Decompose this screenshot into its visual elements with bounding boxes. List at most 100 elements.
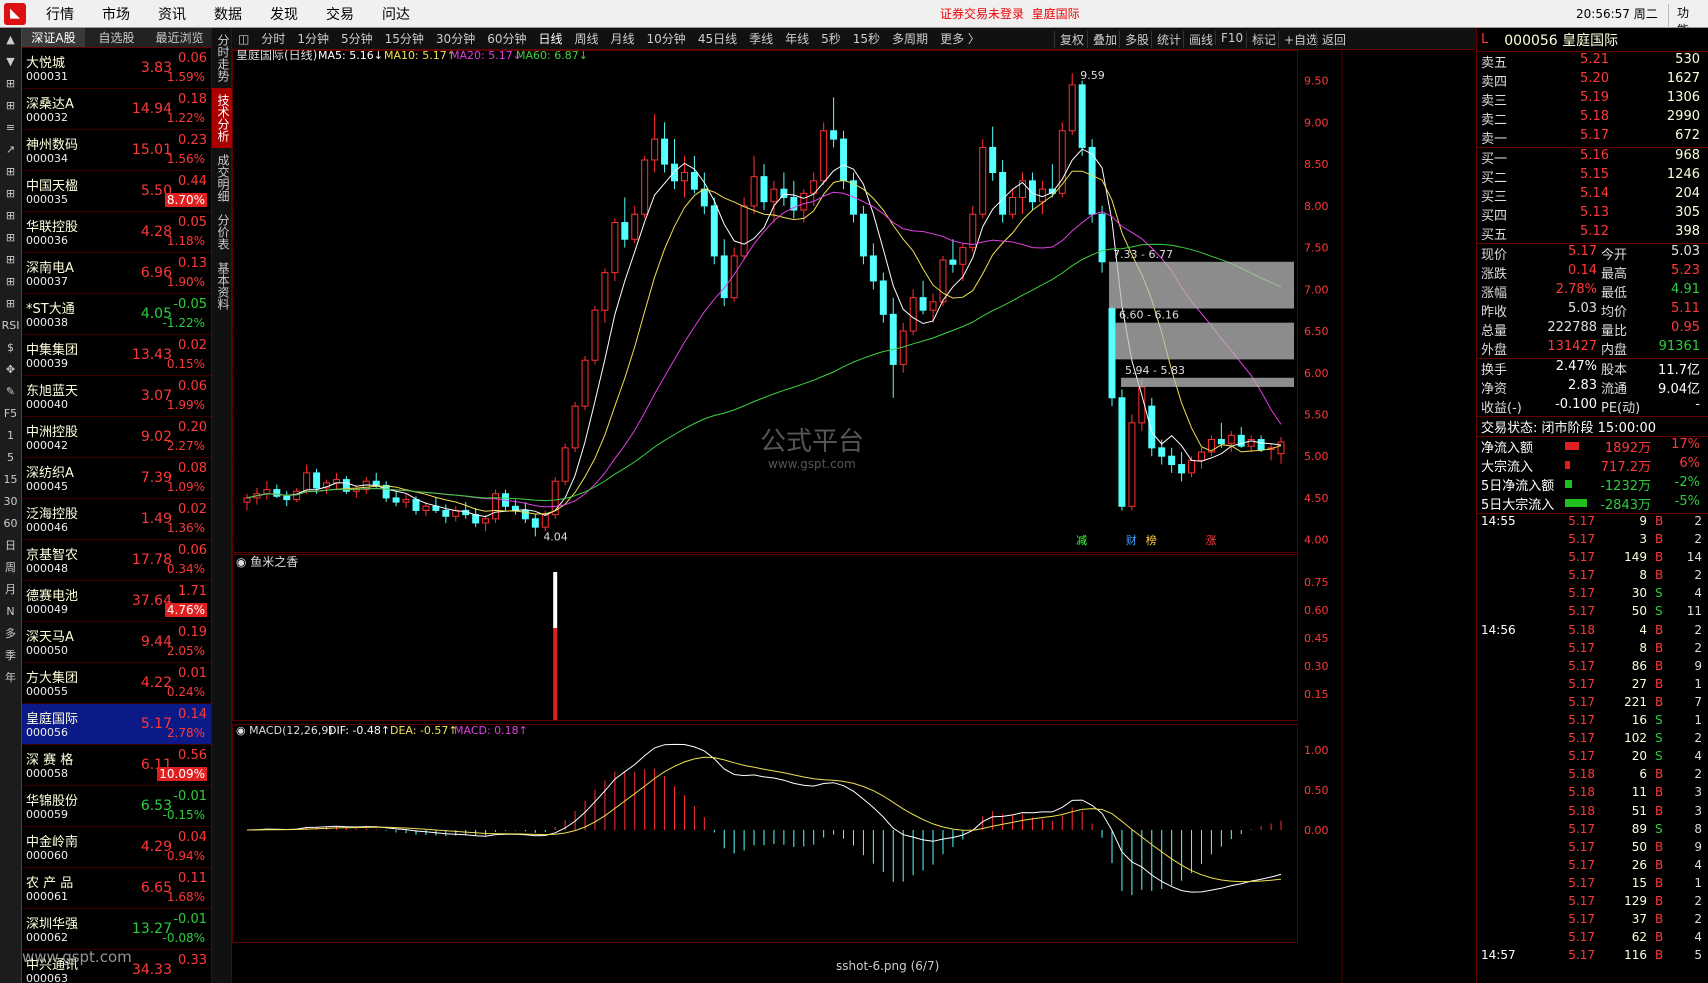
login-alert[interactable]: 证券交易未登录 皇庭国际 — [940, 5, 1080, 22]
period-tab-10[interactable]: 45日线 — [692, 30, 743, 47]
chart-canvas[interactable]: 皇庭国际(日线) MA5: 5.16↓ MA10: 5.17↑MA20: 5.17↓… — [232, 47, 1476, 983]
left-tool-9[interactable]: ⊞ — [1, 228, 20, 248]
toolbar-btn-3[interactable]: 统计 — [1151, 31, 1186, 48]
stock-row[interactable]: 中洲控股 000042 9.02 0.20 2.27% — [22, 417, 211, 458]
tab-shenzhen-a[interactable]: 深证A股 — [22, 28, 85, 47]
period-tab-13[interactable]: 5秒 — [815, 30, 847, 47]
left-tool-18[interactable]: 1 — [1, 426, 20, 446]
menu-item-trade[interactable]: 交易 — [312, 4, 368, 24]
stock-row[interactable]: 华锦股份 000059 6.53 -0.01 -0.15% — [22, 786, 211, 827]
menu-item-quotes[interactable]: 行情 — [32, 4, 88, 24]
stock-row[interactable]: 皇庭国际 000056 5.17 0.14 2.78% — [22, 704, 211, 745]
menu-item-market[interactable]: 市场 — [88, 4, 144, 24]
period-tab-2[interactable]: 5分钟 — [335, 30, 379, 47]
left-tool-24[interactable]: 周 — [1, 558, 20, 578]
toolbar-btn-0[interactable]: 复权 — [1054, 31, 1089, 48]
left-tool-22[interactable]: 60 — [1, 514, 20, 534]
period-tab-11[interactable]: 季线 — [743, 30, 779, 47]
toolbar-btn-4[interactable]: 画线 — [1183, 31, 1218, 48]
chart-area[interactable]: 皇庭国际(日线) MA5: 5.16↓ MA10: 5.17↑ MA20: 5.17↓… — [232, 47, 1476, 983]
stock-row[interactable]: 中国天楹 000035 5.50 0.44 8.70% — [22, 171, 211, 212]
left-tool-29[interactable]: 年 — [1, 668, 20, 688]
toolbar-btn-5[interactable]: F10 — [1215, 31, 1248, 45]
left-tool-28[interactable]: 季 — [1, 646, 20, 666]
period-tab-6[interactable]: 日线 — [532, 30, 568, 47]
left-tool-16[interactable]: ✎ — [1, 382, 20, 402]
left-tool-13[interactable]: RSI — [1, 316, 20, 336]
left-tool-26[interactable]: N — [1, 602, 20, 622]
left-tool-23[interactable]: 日 — [1, 536, 20, 556]
event-marker[interactable]: 涨 — [1205, 534, 1216, 547]
stock-row[interactable]: *ST大通 000038 4.05 -0.05 -1.22% — [22, 294, 211, 335]
left-tool-15[interactable]: ✥ — [1, 360, 20, 380]
left-tool-0[interactable]: ▲ — [1, 30, 20, 50]
left-tool-10[interactable]: ⊞ — [1, 250, 20, 270]
view-tab-4[interactable]: 基本资料 — [212, 256, 232, 316]
stock-row[interactable]: 中集集团 000039 13.43 0.02 0.15% — [22, 335, 211, 376]
period-tab-7[interactable]: 周线 — [569, 30, 605, 47]
period-tab-3[interactable]: 15分钟 — [379, 30, 430, 47]
left-tool-8[interactable]: ⊞ — [1, 206, 20, 226]
toolbar-btn-6[interactable]: 标记 — [1246, 31, 1281, 48]
stock-row[interactable]: 泛海控股 000046 1.49 0.02 1.36% — [22, 499, 211, 540]
period-tab-8[interactable]: 月线 — [605, 30, 641, 47]
left-tool-21[interactable]: 30 — [1, 492, 20, 512]
app-logo-icon[interactable]: ◣ — [4, 2, 26, 25]
stock-row[interactable]: 华联控股 000036 4.28 0.05 1.18% — [22, 212, 211, 253]
view-tab-1[interactable]: 技术分析 — [212, 88, 232, 148]
stock-row[interactable]: 深 赛 格 000058 6.11 0.56 10.09% — [22, 745, 211, 786]
period-tab-5[interactable]: 60分钟 — [481, 30, 532, 47]
stock-row[interactable]: 中金岭南 000060 4.29 0.04 0.94% — [22, 827, 211, 868]
left-tool-6[interactable]: ⊞ — [1, 162, 20, 182]
event-marker[interactable]: 财 — [1126, 533, 1137, 547]
period-tab-15[interactable]: 多周期 — [886, 30, 934, 47]
left-tool-25[interactable]: 月 — [1, 580, 20, 600]
window-icon[interactable]: ◫ — [232, 32, 255, 46]
event-marker[interactable]: 榜 — [1146, 533, 1157, 547]
stock-row[interactable]: 深天马A 000050 9.44 0.19 2.05% — [22, 622, 211, 663]
left-tool-20[interactable]: 15 — [1, 470, 20, 490]
left-tool-1[interactable]: ▼ — [1, 52, 20, 72]
stock-row[interactable]: 农 产 品 000061 6.65 0.11 1.68% — [22, 868, 211, 909]
toolbar-btn-2[interactable]: 多股 — [1119, 31, 1154, 48]
tab-recent[interactable]: 最近浏览 — [148, 28, 211, 47]
stock-row[interactable]: 深桑达A 000032 14.94 0.18 1.22% — [22, 89, 211, 130]
left-tool-11[interactable]: ⊞ — [1, 272, 20, 292]
left-tool-19[interactable]: 5 — [1, 448, 20, 468]
period-tab-14[interactable]: 15秒 — [847, 30, 886, 47]
stock-row[interactable]: 深纺织A 000045 7.39 0.08 1.09% — [22, 458, 211, 499]
stock-row[interactable]: 大悦城 000031 3.83 0.06 1.59% — [22, 48, 211, 89]
stock-row[interactable]: 东旭蓝天 000040 3.07 0.06 1.99% — [22, 376, 211, 417]
period-tab-0[interactable]: 分时 — [255, 30, 291, 47]
view-tab-0[interactable]: 分时走势 — [212, 28, 232, 88]
toolbar-btn-1[interactable]: 叠加 — [1087, 31, 1122, 48]
menu-item-discover[interactable]: 发现 — [256, 4, 312, 24]
left-tool-3[interactable]: ⊞ — [1, 96, 20, 116]
left-tool-4[interactable]: ≡ — [1, 118, 20, 138]
left-tool-7[interactable]: ⊞ — [1, 184, 20, 204]
period-tab-16[interactable]: 更多 〉 — [934, 30, 986, 47]
tab-watchlist[interactable]: 自选股 — [85, 28, 148, 47]
left-tool-5[interactable]: ↗ — [1, 140, 20, 160]
stock-row[interactable]: 深圳华强 000062 13.27 -0.01 -0.08% — [22, 909, 211, 950]
menu-item-news[interactable]: 资讯 — [144, 4, 200, 24]
left-tool-12[interactable]: ⊞ — [1, 294, 20, 314]
toolbar-btn-8[interactable]: 返回 — [1316, 31, 1351, 48]
stock-row[interactable]: 方大集团 000055 4.22 0.01 0.24% — [22, 663, 211, 704]
left-tool-17[interactable]: F5 — [1, 404, 20, 424]
view-tab-2[interactable]: 成交明细 — [212, 148, 232, 208]
left-tool-2[interactable]: ⊞ — [1, 74, 20, 94]
stock-row[interactable]: 京基智农 000048 17.78 0.06 0.34% — [22, 540, 211, 581]
stock-row[interactable]: 深南电A 000037 6.96 0.13 1.90% — [22, 253, 211, 294]
left-tool-14[interactable]: $ — [1, 338, 20, 358]
period-tab-12[interactable]: 年线 — [779, 30, 815, 47]
period-tab-1[interactable]: 1分钟 — [291, 30, 335, 47]
period-tab-4[interactable]: 30分钟 — [430, 30, 481, 47]
menu-item-data[interactable]: 数据 — [200, 4, 256, 24]
period-tab-9[interactable]: 10分钟 — [641, 30, 692, 47]
view-tab-3[interactable]: 分价表 — [212, 208, 232, 256]
left-tool-27[interactable]: 多 — [1, 624, 20, 644]
stock-row[interactable]: 德赛电池 000049 37.64 1.71 4.76% — [22, 581, 211, 622]
stock-row[interactable]: 神州数码 000034 15.01 0.23 1.56% — [22, 130, 211, 171]
menu-item-ask[interactable]: 问达 — [368, 4, 424, 24]
